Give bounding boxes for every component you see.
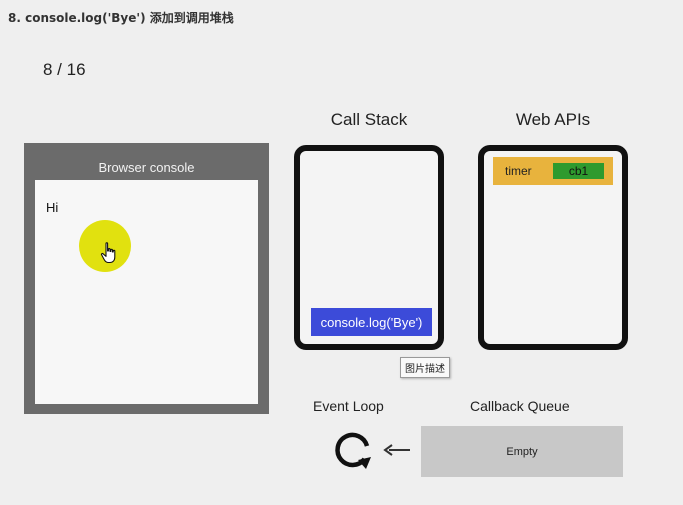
- web-apis-title: Web APIs: [515, 110, 591, 129]
- callback-queue: Empty: [421, 426, 623, 477]
- console-log-line: Hi: [46, 200, 59, 215]
- arrow-left-icon: [383, 444, 410, 456]
- slide: 8. console.log('Bye') 添加到调用堆栈 8 / 16 Bro…: [0, 0, 683, 505]
- browser-console-output: Hi: [35, 180, 258, 404]
- timer-callback: cb1: [553, 163, 604, 179]
- timer-label: timer: [505, 164, 532, 178]
- event-loop-label: Event Loop: [313, 398, 384, 414]
- slide-counter: 8 / 16: [43, 60, 86, 79]
- image-tooltip: 图片描述: [400, 357, 450, 378]
- loop-arrow-icon: [335, 432, 371, 469]
- slide-heading: 8. console.log('Bye') 添加到调用堆栈: [8, 11, 234, 25]
- call-stack-frame: console.log('Bye'): [311, 308, 432, 336]
- callback-queue-label: Callback Queue: [470, 398, 570, 414]
- browser-console: Browser console Hi: [24, 143, 269, 414]
- call-stack-title: Call Stack: [330, 110, 408, 129]
- web-apis: timer cb1: [478, 145, 628, 350]
- web-api-timer: timer cb1: [493, 157, 613, 185]
- browser-console-title: Browser console: [98, 160, 195, 175]
- call-stack: console.log('Bye'): [294, 145, 444, 350]
- hand-pointer-icon: [100, 242, 116, 264]
